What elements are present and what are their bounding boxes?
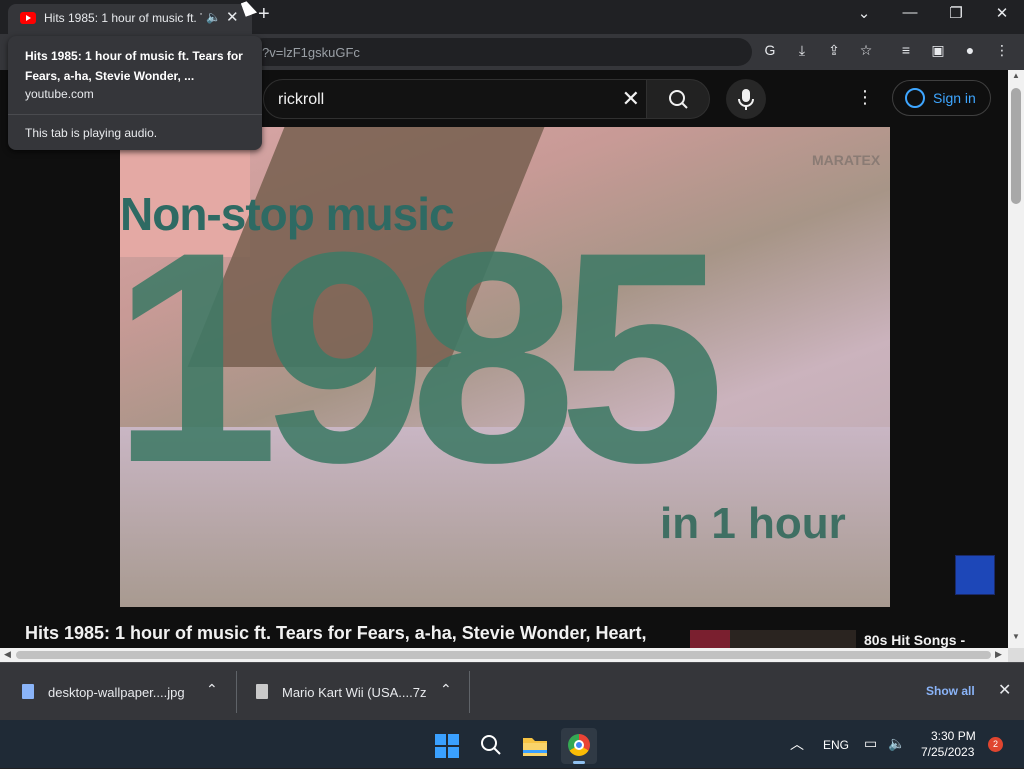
clock-date[interactable]: 7/25/2023: [921, 745, 974, 759]
download-shelf: desktop-wallpaper....jpg ⌃ Mario Kart Wi…: [0, 662, 1024, 720]
sign-in-label: Sign in: [933, 90, 976, 106]
thumbnail-art: [690, 630, 730, 648]
video-year: 1985: [120, 189, 725, 525]
scroll-down-icon[interactable]: ▼: [1012, 632, 1020, 641]
show-all-downloads-link[interactable]: Show all: [926, 684, 975, 698]
video-title: Hits 1985: 1 hour of music ft. Tears for…: [25, 623, 647, 643]
tab-search-icon[interactable]: ⌄: [844, 4, 884, 22]
archive-file-icon: [256, 684, 268, 699]
search-query: rickroll: [278, 91, 325, 108]
video-watermark: MARATEX: [812, 152, 881, 168]
minimize-button[interactable]: —: [890, 4, 930, 21]
taskbar-search-icon: [481, 735, 501, 755]
tab-strip: Hits 1985: 1 hour of music ft. Tears for…: [0, 0, 1024, 34]
close-window-button[interactable]: ✕: [982, 4, 1022, 22]
file-explorer-button[interactable]: [517, 728, 553, 764]
scroll-up-icon[interactable]: ▲: [1012, 71, 1020, 80]
chrome-icon: [568, 734, 590, 756]
search-button[interactable]: [646, 79, 710, 119]
new-tab-button[interactable]: +: [258, 3, 270, 26]
side-panel-icon[interactable]: ▣: [927, 42, 949, 59]
download-item[interactable]: desktop-wallpaper....jpg ⌃: [22, 663, 232, 721]
video-end-card[interactable]: [955, 555, 995, 595]
scrollbar-corner: [1008, 648, 1024, 662]
download-options-icon[interactable]: ⌃: [440, 681, 452, 698]
hover-card-audio-status: This tab is playing audio.: [25, 126, 158, 140]
video-player[interactable]: MARATEX Non-stop music 1985 in 1 hour: [120, 127, 890, 607]
show-hidden-icons-icon[interactable]: ︿: [790, 734, 804, 754]
suggested-video-title[interactable]: 80s Hit Songs -: [864, 632, 965, 648]
horizontal-scrollbar[interactable]: ◀ ▶: [0, 648, 1008, 662]
tab-title: Hits 1985: 1 hour of music ft. Tears for…: [44, 11, 202, 25]
network-icon[interactable]: ▭: [864, 735, 877, 752]
notification-badge[interactable]: 2: [988, 737, 1003, 752]
active-tab[interactable]: Hits 1985: 1 hour of music ft. Tears for…: [8, 4, 252, 34]
account-icon: [905, 88, 925, 108]
clear-search-icon[interactable]: ✕: [622, 86, 640, 112]
tab-hover-card: Hits 1985: 1 hour of music ft. Tears for…: [8, 36, 262, 150]
chrome-menu-icon[interactable]: ⋮: [991, 42, 1013, 59]
media-controls-icon[interactable]: ≡: [895, 42, 917, 58]
youtube-page: rickroll ✕ ⋮ Sign in MARATEX Non-stop mu…: [0, 70, 1008, 648]
scroll-right-icon[interactable]: ▶: [995, 649, 1002, 660]
download-filename: Mario Kart Wii (USA....7z: [282, 685, 427, 700]
close-download-shelf-icon[interactable]: ✕: [998, 680, 1011, 700]
windows-taskbar: ︿ ENG ▭ 🔈 3:30 PM 7/25/2023 2: [0, 720, 1024, 768]
address-bar[interactable]: ?v=lzF1gskuGFc: [250, 38, 752, 66]
hover-card-title: Hits 1985: 1 hour of music ft. Tears for…: [25, 49, 243, 83]
download-options-icon[interactable]: ⌃: [206, 681, 218, 698]
voice-search-button[interactable]: [726, 79, 766, 119]
vertical-scrollbar[interactable]: ▲ ▼: [1008, 70, 1024, 648]
chrome-taskbar-button[interactable]: [561, 728, 597, 764]
microphone-icon: [738, 89, 754, 110]
google-lens-icon[interactable]: G: [759, 42, 781, 58]
profile-icon[interactable]: ●: [959, 42, 981, 58]
video-subline: in 1 hour: [660, 499, 846, 548]
start-button[interactable]: [429, 728, 465, 764]
language-indicator[interactable]: ENG: [823, 738, 849, 752]
suggested-video-thumbnail[interactable]: [690, 630, 856, 648]
tab-close-icon[interactable]: ✕: [226, 8, 239, 26]
download-item[interactable]: Mario Kart Wii (USA....7z ⌃: [256, 663, 456, 721]
settings-menu-icon[interactable]: ⋮: [856, 87, 874, 108]
image-file-icon: [22, 684, 34, 699]
horizontal-scroll-thumb[interactable]: [16, 651, 991, 659]
bookmark-star-icon[interactable]: ☆: [855, 42, 877, 59]
search-input[interactable]: rickroll ✕: [263, 79, 647, 119]
hover-card-divider: [8, 114, 262, 115]
folder-icon: [523, 738, 547, 756]
hover-card-domain: youtube.com: [25, 87, 94, 101]
url-text: ?v=lzF1gskuGFc: [262, 45, 360, 60]
taskbar-search-button[interactable]: [473, 728, 509, 764]
clock-time[interactable]: 3:30 PM: [931, 729, 976, 743]
download-divider: [469, 671, 470, 713]
install-app-icon[interactable]: ⤓: [791, 42, 813, 59]
download-filename: desktop-wallpaper....jpg: [48, 685, 185, 700]
running-indicator: [573, 761, 585, 764]
tab-audio-icon[interactable]: 🔈: [206, 10, 221, 24]
restore-button[interactable]: ❐: [936, 4, 976, 22]
vertical-scroll-thumb[interactable]: [1011, 88, 1021, 204]
share-icon[interactable]: ⇪: [823, 42, 845, 59]
sign-in-button[interactable]: Sign in: [892, 80, 991, 116]
volume-icon[interactable]: 🔈: [888, 735, 905, 752]
download-divider: [236, 671, 237, 713]
search-icon: [669, 90, 688, 109]
scroll-left-icon[interactable]: ◀: [4, 649, 11, 660]
youtube-favicon-icon: [20, 12, 36, 24]
